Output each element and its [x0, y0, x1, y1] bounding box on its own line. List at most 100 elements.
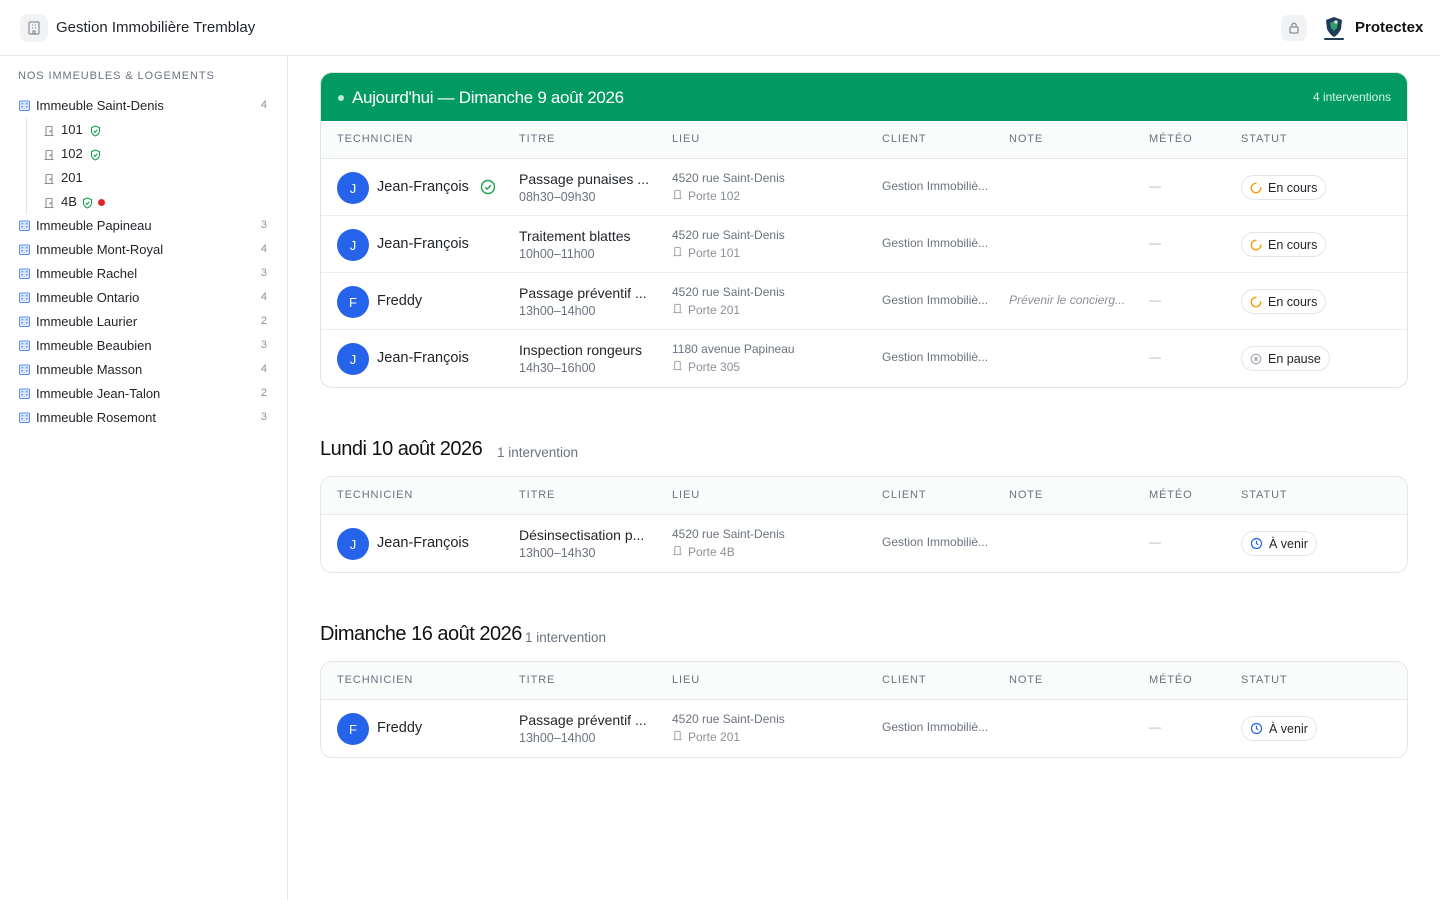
- top-bar: Gestion Immobilière Tremblay Protectex: [0, 0, 1440, 56]
- note-text: Prévenir le concierg...: [1009, 293, 1126, 307]
- table-header: TECHNICIEN TITRE LIEU CLIENT NOTE MÉTÉO STATUT: [321, 121, 1407, 159]
- intervention-time: 08h30–09h30: [519, 190, 596, 204]
- sidebar-building[interactable]: Immeuble Mont-Royal 4: [0, 238, 287, 262]
- status-badge[interactable]: À venir: [1241, 716, 1317, 741]
- today-count: 4 interventions: [1312, 90, 1391, 104]
- intervention-time: 13h00–14h00: [519, 304, 596, 318]
- unit-label: Porte 305: [688, 360, 741, 374]
- unit-count: 3: [260, 411, 267, 423]
- column-header: NOTE: [1009, 133, 1044, 145]
- clock-icon: [1250, 722, 1263, 735]
- building-icon: [18, 291, 31, 309]
- sidebar-building[interactable]: Immeuble Masson 4: [0, 358, 287, 382]
- client-name: Gestion Immobiliè...: [882, 720, 989, 734]
- intervention-row[interactable]: F Freddy Passage préventif ... 13h00–14h00 4…: [321, 273, 1407, 330]
- status-label: En cours: [1268, 294, 1318, 309]
- intervention-title: Passage punaises ...: [519, 171, 649, 187]
- sidebar-building[interactable]: Immeuble Ontario 4: [0, 286, 287, 310]
- location-address: 4520 rue Saint-Denis: [672, 228, 785, 242]
- weather-value: —: [1149, 293, 1161, 307]
- intervention-time: 10h00–11h00: [519, 247, 595, 261]
- day-title: Lundi 10 août 2026: [320, 438, 483, 460]
- column-header: LIEU: [672, 489, 701, 501]
- sidebar-building[interactable]: Immeuble Beaubien 3: [0, 334, 287, 358]
- sidebar-title: NOS IMMEUBLES & LOGEMENTS: [18, 70, 215, 82]
- brand-name[interactable]: Protectex: [1355, 19, 1423, 36]
- sidebar-building[interactable]: Immeuble Rachel 3: [0, 262, 287, 286]
- sidebar-building[interactable]: Immeuble Papineau 3: [0, 214, 287, 238]
- building-icon: [18, 363, 31, 381]
- today-title: Aujourd'hui — Dimanche 9 août 2026: [352, 88, 624, 107]
- building-name: Immeuble Rachel: [36, 266, 138, 281]
- lock-icon[interactable]: [1281, 15, 1307, 41]
- today-card: Aujourd'hui — Dimanche 9 août 2026 4 inte…: [320, 72, 1408, 388]
- sidebar-building[interactable]: Immeuble Saint-Denis 4: [0, 94, 287, 118]
- intervention-row[interactable]: J Jean-François Inspection rongeurs 14h30–1…: [321, 330, 1407, 387]
- intervention-title: Inspection rongeurs: [519, 342, 642, 358]
- intervention-row[interactable]: J Jean-François Traitement blattes 10h00–11…: [321, 216, 1407, 273]
- spinner-icon: [1250, 239, 1262, 251]
- sidebar-unit[interactable]: 101: [0, 118, 287, 142]
- technician-avatar: J: [337, 172, 369, 204]
- door-icon: [672, 189, 683, 203]
- spinner-icon: [1250, 296, 1262, 308]
- pause-icon: [1250, 353, 1262, 365]
- status-label: À venir: [1269, 721, 1308, 736]
- building-name: Immeuble Mont-Royal: [36, 242, 164, 257]
- location-address: 4520 rue Saint-Denis: [672, 285, 785, 299]
- technician-name: Freddy: [377, 720, 423, 736]
- unit-name: 4B: [61, 194, 77, 209]
- organization-name[interactable]: Gestion Immobilière Tremblay: [56, 19, 255, 36]
- location-unit: Porte 4B: [672, 545, 735, 559]
- technician-name: Jean-François: [377, 350, 469, 366]
- table-header: TECHNICIEN TITRE LIEU CLIENT NOTE MÉTÉO STATUT: [321, 477, 1407, 515]
- column-header: STATUT: [1241, 674, 1288, 686]
- client-name: Gestion Immobiliè...: [882, 179, 989, 193]
- building-icon: [18, 411, 31, 429]
- door-icon: [672, 730, 683, 744]
- clock-icon: [1250, 537, 1263, 550]
- column-header: TECHNICIEN: [337, 674, 414, 686]
- table-header: TECHNICIEN TITRE LIEU CLIENT NOTE MÉTÉO STATUT: [321, 662, 1407, 700]
- unit-count: 4: [260, 99, 267, 111]
- unit-name: 101: [61, 122, 83, 137]
- building-name: Immeuble Papineau: [36, 218, 152, 233]
- unit-count: 3: [260, 339, 267, 351]
- intervention-row[interactable]: J Jean-François Passage punaises ... 08h30–…: [321, 159, 1407, 216]
- weather-value: —: [1149, 179, 1161, 193]
- building-icon: [18, 99, 31, 117]
- technician-avatar: J: [337, 528, 369, 560]
- sidebar-unit[interactable]: 102: [0, 142, 287, 166]
- column-header: STATUT: [1241, 133, 1288, 145]
- column-header: CLIENT: [882, 489, 927, 501]
- building-icon[interactable]: [20, 14, 48, 42]
- sidebar-building[interactable]: Immeuble Rosemont 3: [0, 406, 287, 430]
- intervention-row[interactable]: J Jean-François Désinsectisation p... 13h00…: [321, 515, 1407, 572]
- building-icon: [18, 267, 31, 285]
- status-badge[interactable]: En pause: [1241, 346, 1330, 371]
- technician-avatar: J: [337, 343, 369, 375]
- status-badge[interactable]: En cours: [1241, 175, 1327, 200]
- building-icon: [18, 243, 31, 261]
- column-header: CLIENT: [882, 133, 927, 145]
- sidebar-building[interactable]: Immeuble Laurier 2: [0, 310, 287, 334]
- protectex-logo: [1320, 14, 1348, 42]
- intervention-row[interactable]: F Freddy Passage préventif ... 13h00–14h00 4…: [321, 700, 1407, 757]
- today-header: Aujourd'hui — Dimanche 9 août 2026 4 inte…: [321, 73, 1407, 121]
- building-name: Immeuble Saint-Denis: [36, 98, 164, 113]
- day-title: Dimanche 16 août 2026: [320, 623, 522, 645]
- location-unit: Porte 102: [672, 189, 740, 203]
- status-badge[interactable]: En cours: [1241, 232, 1327, 257]
- status-badge[interactable]: En cours: [1241, 289, 1327, 314]
- sidebar-building[interactable]: Immeuble Jean-Talon 2: [0, 382, 287, 406]
- sidebar-unit[interactable]: 4B: [0, 190, 287, 214]
- column-header: STATUT: [1241, 489, 1288, 501]
- sidebar-unit[interactable]: 201: [0, 166, 287, 190]
- building-icon: [18, 339, 31, 357]
- unit-name: 102: [61, 146, 83, 161]
- status-badge[interactable]: À venir: [1241, 531, 1317, 556]
- unit-count: 4: [260, 243, 267, 255]
- column-header: TITRE: [519, 133, 556, 145]
- column-header: TITRE: [519, 674, 556, 686]
- door-icon: [672, 303, 683, 317]
